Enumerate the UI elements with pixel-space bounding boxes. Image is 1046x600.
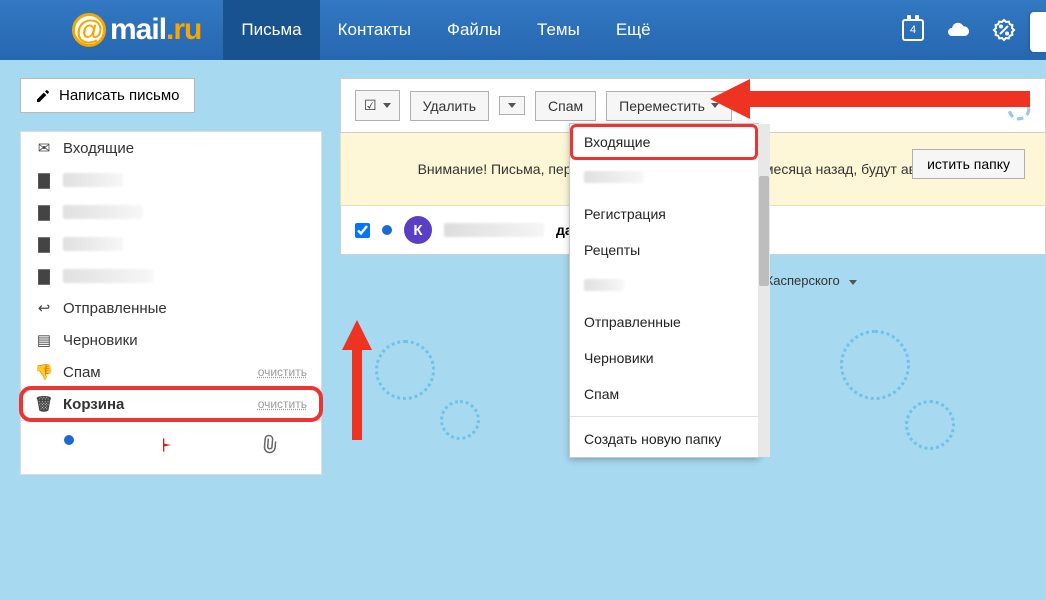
select-all-checkbox[interactable]: ☑ <box>355 90 400 121</box>
delete-button[interactable]: Удалить <box>410 91 489 121</box>
folder-label: Входящие <box>63 140 134 157</box>
nav-more[interactable]: Ещë <box>598 0 669 60</box>
nav-mail[interactable]: Письма <box>223 0 319 60</box>
caret-down-icon <box>508 103 516 108</box>
flag-icon[interactable] <box>159 435 175 460</box>
menu-item-spam[interactable]: Спам <box>570 376 758 412</box>
menu-separator <box>570 416 758 417</box>
caret-down-icon <box>849 280 857 285</box>
folder-sent[interactable]: ↩ Отправленные <box>21 292 321 324</box>
menu-item-recipes[interactable]: Рецепты <box>570 232 758 268</box>
discount-icon[interactable] <box>992 18 1016 42</box>
menu-item-sent[interactable]: Отправленные <box>570 304 758 340</box>
move-dropdown: Входящие Регистрация Рецепты Отправленны… <box>569 123 759 458</box>
folder-drafts[interactable]: ▤ Черновики <box>21 324 321 356</box>
delete-caret[interactable] <box>499 96 525 115</box>
folder-custom-4[interactable]: ▇ <box>21 260 321 292</box>
logo-ru: .ru <box>166 13 201 47</box>
folder-icon: ▇ <box>35 267 53 285</box>
document-icon: ▤ <box>35 331 53 349</box>
folder-label <box>63 237 123 251</box>
trash-icon: 🗑 <box>35 395 53 413</box>
sender-blurred <box>444 223 544 237</box>
topbar: @ mail .ru Письма Контакты Файлы Темы Ещ… <box>0 0 1046 60</box>
folder-custom-3[interactable]: ▇ <box>21 228 321 260</box>
avatar: К <box>404 216 432 244</box>
nav-themes[interactable]: Темы <box>519 0 598 60</box>
folder-label: Корзина <box>63 396 124 413</box>
folder-list: ✉ Входящие ▇ ▇ ▇ ▇ ↩ Отправленные ▤ Черн… <box>20 131 322 475</box>
annotation-arrow-1 <box>710 79 1030 119</box>
logo-at: @ <box>72 13 106 47</box>
unread-dot-icon <box>382 225 392 235</box>
cloud-icon[interactable] <box>946 18 970 42</box>
folder-custom-2[interactable]: ▇ <box>21 196 321 228</box>
folder-spam[interactable]: 👎 Спам очистить <box>21 356 321 388</box>
folder-label <box>63 269 153 283</box>
topbar-icons: 4 <box>902 18 1046 42</box>
folder-custom-1[interactable]: ▇ <box>21 164 321 196</box>
nav-contacts[interactable]: Контакты <box>320 0 429 60</box>
row-checkbox[interactable] <box>355 223 370 238</box>
thumbs-down-icon: 👎 <box>35 363 53 381</box>
folder-label: Отправленные <box>63 300 167 317</box>
nav-files[interactable]: Файлы <box>429 0 519 60</box>
compose-button[interactable]: Написать письмо <box>20 78 195 113</box>
menu-item-drafts[interactable]: Черновики <box>570 340 758 376</box>
folder-inbox[interactable]: ✉ Входящие <box>21 132 321 164</box>
calendar-icon[interactable]: 4 <box>902 19 924 41</box>
attachment-icon[interactable] <box>260 435 278 460</box>
envelope-icon: ✉ <box>35 139 53 157</box>
compose-icon <box>35 88 51 104</box>
folder-label: Черновики <box>63 332 138 349</box>
folder-icon: ▇ <box>35 171 53 189</box>
folder-icon: ▇ <box>35 235 53 253</box>
reply-icon: ↩ <box>35 299 53 317</box>
caret-down-icon <box>383 103 391 108</box>
clear-folder-button[interactable]: истить папку <box>912 149 1025 179</box>
nav: Письма Контакты Файлы Темы Ещë <box>223 0 668 60</box>
scrollbar-thumb[interactable] <box>759 176 769 286</box>
folder-label <box>63 173 123 187</box>
unread-dot-icon[interactable] <box>64 435 74 445</box>
sidebar: Написать письмо ✉ Входящие ▇ ▇ ▇ ▇ ↩ Отп… <box>20 78 322 475</box>
logo-mail: mail <box>110 13 166 47</box>
search-edge[interactable] <box>1030 12 1046 52</box>
menu-item-blur-1[interactable] <box>570 160 758 196</box>
menu-item-blur-2[interactable] <box>570 268 758 304</box>
folder-icon: ▇ <box>35 203 53 221</box>
compose-label: Написать письмо <box>59 87 180 104</box>
folder-label: Спам <box>63 364 101 381</box>
menu-item-create-folder[interactable]: Создать новую папку <box>570 421 758 457</box>
annotation-arrow-2 <box>342 320 372 440</box>
folder-trash[interactable]: 🗑 Корзина очистить <box>21 388 321 420</box>
folder-label <box>63 205 143 219</box>
menu-item-registration[interactable]: Регистрация <box>570 196 758 232</box>
spam-button[interactable]: Спам <box>535 91 596 121</box>
folder-bottom-icons <box>21 420 321 474</box>
clear-trash-link[interactable]: очистить <box>258 397 307 411</box>
clear-spam-link[interactable]: очистить <box>258 365 307 379</box>
logo[interactable]: @ mail .ru <box>0 13 223 47</box>
menu-item-inbox[interactable]: Входящие <box>570 124 758 160</box>
menu-scrollbar[interactable] <box>758 124 770 457</box>
